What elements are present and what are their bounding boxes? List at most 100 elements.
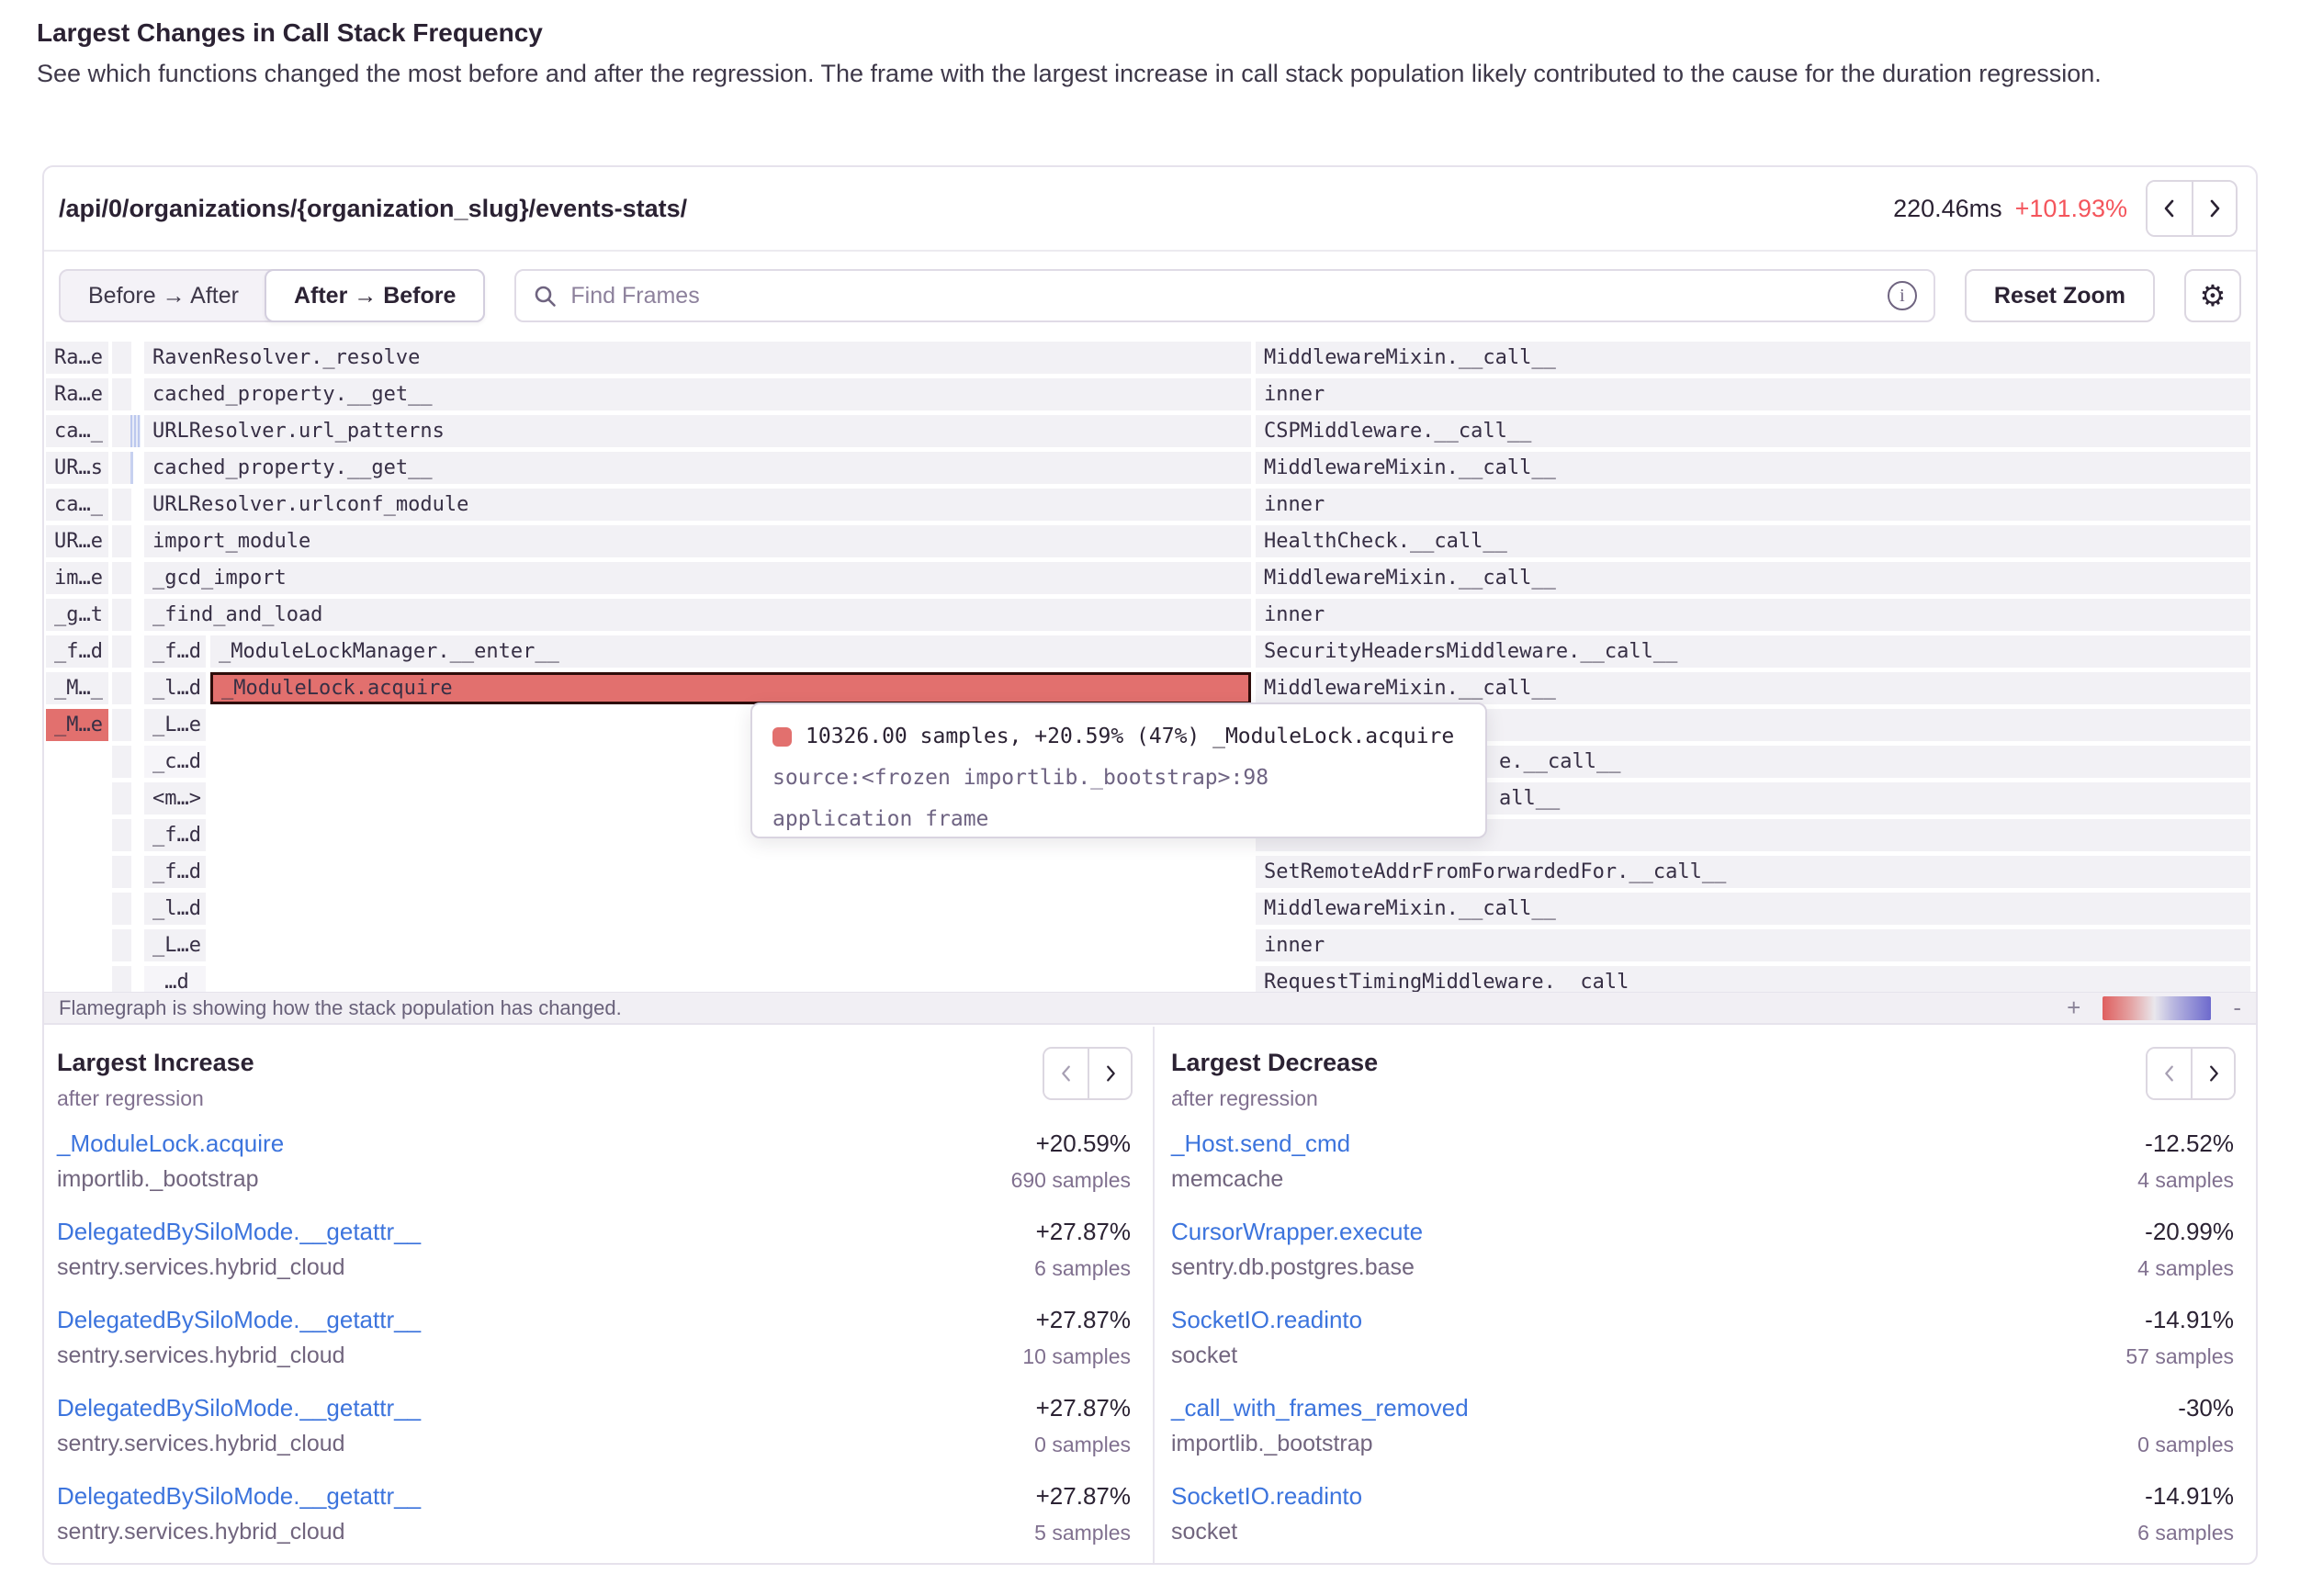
differential-flamegraph[interactable]: Ra…eRavenResolver._resolveMiddlewareMixi…: [44, 340, 2256, 992]
flamegraph-row: UR…e import_moduleHealthCheck.__call__: [44, 525, 2256, 557]
frame-cell-left[interactable]: UR…e: [46, 525, 108, 557]
chevron-left-icon: [2158, 197, 2182, 220]
frame-cell-sub[interactable]: _L…e: [144, 929, 206, 961]
frame-cell-left[interactable]: _M…_: [46, 672, 108, 704]
frame-cell-right[interactable]: inner: [1256, 378, 2250, 410]
function-change-item: DelegatedBySiloMode.__getattr__sentry.se…: [57, 1218, 1131, 1306]
frame-cell-gutter[interactable]: [112, 929, 131, 961]
frame-cell-gutter[interactable]: [112, 635, 131, 668]
function-link[interactable]: _Host.send_cmd: [1171, 1130, 1350, 1158]
next-endpoint-button[interactable]: [2192, 182, 2236, 235]
frame-cell-sub[interactable]: _…d: [144, 966, 206, 992]
flamegraph-row: UR…s cached_property.__get__MiddlewareMix…: [44, 452, 2256, 484]
frame-cell-sub[interactable]: _c…d: [144, 746, 206, 778]
frame-cell-right[interactable]: HealthCheck.__call__: [1256, 525, 2250, 557]
decrease-prev-button[interactable]: [2148, 1049, 2191, 1098]
frame-cell-main[interactable]: _ModuleLock.acquire: [210, 672, 1251, 704]
frame-cell-gutter[interactable]: [112, 489, 131, 521]
function-link[interactable]: CursorWrapper.execute: [1171, 1218, 1423, 1246]
frame-cell-gutter[interactable]: [112, 966, 131, 992]
frame-cell-right[interactable]: CSPMiddleware.__call__: [1256, 415, 2250, 447]
frame-cell-main[interactable]: _ModuleLockManager.__enter__: [210, 635, 1251, 668]
flamegraph-toolbar: Before → After After → Before i Reset Zo…: [44, 252, 2256, 340]
increase-prev-button[interactable]: [1044, 1049, 1088, 1098]
frame-cell-right[interactable]: MiddlewareMixin.__call__: [1256, 342, 2250, 374]
frame-cell-left[interactable]: _g…t: [46, 599, 108, 631]
toggle-after-before[interactable]: After → Before: [265, 269, 485, 322]
info-icon[interactable]: i: [1888, 281, 1917, 310]
selected-frame-tick[interactable]: [130, 415, 141, 447]
settings-button[interactable]: ⚙: [2184, 269, 2241, 322]
frame-cell-gutter[interactable]: [112, 856, 131, 888]
frame-cell-right[interactable]: inner: [1256, 489, 2250, 521]
increase-next-button[interactable]: [1088, 1049, 1131, 1098]
frame-cell-left[interactable]: ca…_: [46, 489, 108, 521]
frame-cell-right[interactable]: inner: [1256, 929, 2250, 961]
function-link[interactable]: _ModuleLock.acquire: [57, 1130, 284, 1158]
frame-cell-sub[interactable]: _f…d: [144, 635, 206, 668]
search-input[interactable]: [570, 283, 1875, 309]
sample-count: 6 samples: [1034, 1256, 1131, 1281]
frame-cell-right[interactable]: MiddlewareMixin.__call__: [1256, 452, 2250, 484]
toggle-before-after[interactable]: Before → After: [61, 271, 266, 320]
frame-cell-gutter[interactable]: [112, 342, 131, 374]
tooltip-color-swatch: [772, 727, 792, 747]
frame-cell-left[interactable]: ca…_: [46, 415, 108, 447]
frame-cell-gutter[interactable]: [112, 709, 131, 741]
frame-cell-gutter[interactable]: [112, 525, 131, 557]
frame-cell-gutter[interactable]: [112, 893, 131, 925]
function-change-item: _ModuleLock.acquireimportlib._bootstrap+…: [57, 1130, 1131, 1218]
frame-cell-left[interactable]: _f…d: [46, 635, 108, 668]
frame-cell-gutter[interactable]: [112, 672, 131, 704]
frame-cell-gutter[interactable]: [112, 599, 131, 631]
frame-cell-main[interactable]: cached_property.__get__: [144, 452, 1251, 484]
function-link[interactable]: DelegatedBySiloMode.__getattr__: [57, 1218, 421, 1246]
frame-cell-gutter[interactable]: [112, 378, 131, 410]
frame-cell-right[interactable]: SecurityHeadersMiddleware.__call__: [1256, 635, 2250, 668]
frame-cell-main[interactable]: cached_property.__get__: [144, 378, 1251, 410]
frame-cell-sub[interactable]: _l…d: [144, 893, 206, 925]
frame-cell-left[interactable]: im…e: [46, 562, 108, 594]
frame-cell-main[interactable]: _gcd_import: [144, 562, 1251, 594]
frame-cell-gutter[interactable]: [112, 452, 131, 484]
frame-cell-right[interactable]: MiddlewareMixin.__call__: [1256, 562, 2250, 594]
endpoint-duration: 220.46ms: [1893, 195, 2002, 223]
frame-cell-main[interactable]: _find_and_load: [144, 599, 1251, 631]
reset-zoom-button[interactable]: Reset Zoom: [1965, 269, 2155, 322]
frame-cell-gutter[interactable]: [112, 415, 131, 447]
frame-cell-gutter[interactable]: [112, 782, 131, 815]
frame-cell-right[interactable]: MiddlewareMixin.__call__: [1256, 672, 2250, 704]
find-frames-search[interactable]: i: [514, 269, 1935, 322]
frame-cell-right[interactable]: inner: [1256, 599, 2250, 631]
frame-cell-main[interactable]: import_module: [144, 525, 1251, 557]
frame-cell-right[interactable]: SetRemoteAddrFromForwardedFor.__call__: [1256, 856, 2250, 888]
frame-cell-sub[interactable]: <m…>: [144, 782, 206, 815]
frame-cell-left[interactable]: UR…s: [46, 452, 108, 484]
frame-cell-right[interactable]: MiddlewareMixin.__call__: [1256, 893, 2250, 925]
function-link[interactable]: SocketIO.readinto: [1171, 1306, 1362, 1334]
frame-cell-gutter[interactable]: [112, 819, 131, 851]
decrease-next-button[interactable]: [2191, 1049, 2234, 1098]
frame-cell-main[interactable]: RavenResolver._resolve: [144, 342, 1251, 374]
frame-cell-gutter[interactable]: [112, 746, 131, 778]
function-link[interactable]: SocketIO.readinto: [1171, 1482, 1362, 1511]
frame-cell-right[interactable]: RequestTimingMiddleware.__call__: [1256, 966, 2250, 992]
frame-cell-sub[interactable]: _L…e: [144, 709, 206, 741]
change-percent: +27.87%: [1036, 1482, 1131, 1511]
frame-cell-sub[interactable]: _l…d: [144, 672, 206, 704]
frame-cell-left[interactable]: _M…e: [46, 709, 108, 741]
frame-cell-left[interactable]: Ra…e: [46, 378, 108, 410]
function-link[interactable]: _call_with_frames_removed: [1171, 1394, 1469, 1422]
frame-cell-main[interactable]: URLResolver.url_patterns: [144, 415, 1251, 447]
diff-gradient-bar: [2103, 996, 2211, 1020]
frame-cell-sub[interactable]: _f…d: [144, 819, 206, 851]
function-link[interactable]: DelegatedBySiloMode.__getattr__: [57, 1394, 421, 1422]
frame-cell-left[interactable]: Ra…e: [46, 342, 108, 374]
function-link[interactable]: DelegatedBySiloMode.__getattr__: [57, 1306, 421, 1334]
frame-cell-main[interactable]: URLResolver.urlconf_module: [144, 489, 1251, 521]
frame-cell-sub[interactable]: _f…d: [144, 856, 206, 888]
selected-frame-tick[interactable]: [130, 452, 133, 484]
prev-endpoint-button[interactable]: [2148, 182, 2192, 235]
frame-cell-gutter[interactable]: [112, 562, 131, 594]
function-link[interactable]: DelegatedBySiloMode.__getattr__: [57, 1482, 421, 1511]
